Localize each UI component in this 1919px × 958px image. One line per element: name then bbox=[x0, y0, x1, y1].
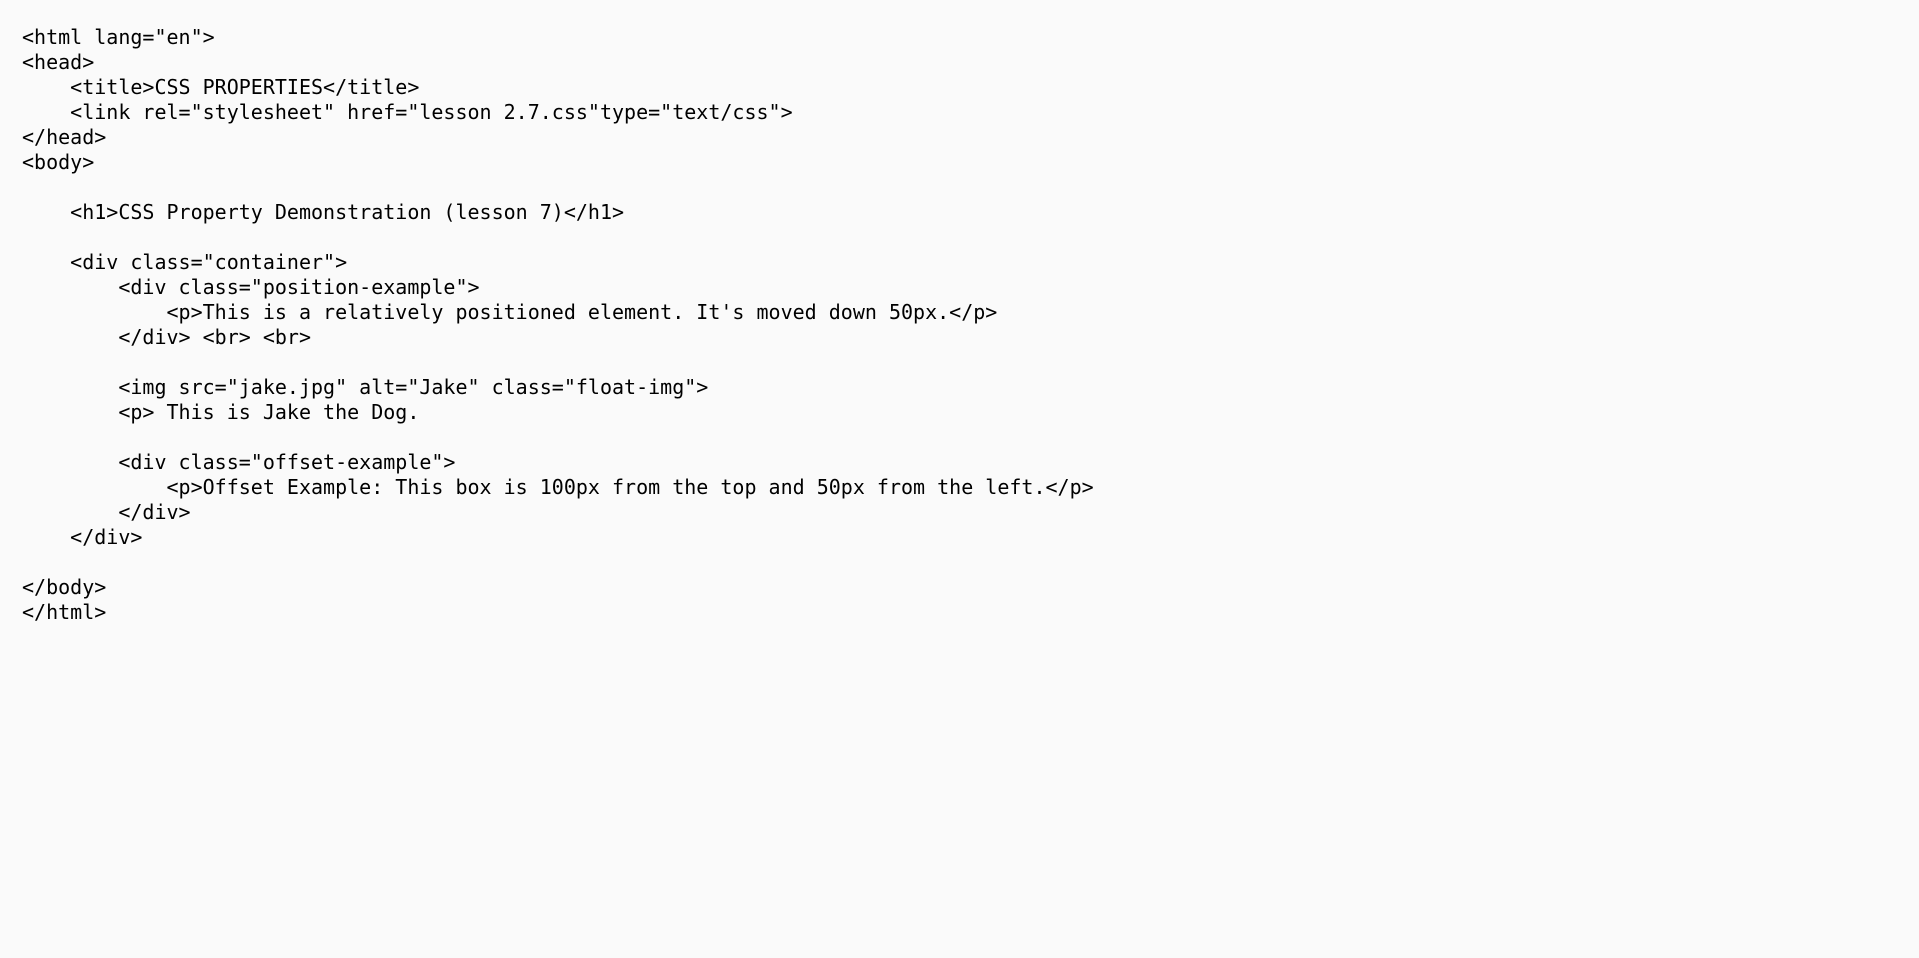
source-line: </body> bbox=[22, 575, 107, 599]
source-line: <div class="offset-example"> bbox=[22, 450, 456, 474]
source-line: <img src="jake.jpg" alt="Jake" class="fl… bbox=[22, 375, 709, 399]
source-line: </head> bbox=[22, 125, 107, 149]
source-line bbox=[22, 550, 1919, 575]
source-line: </div> bbox=[22, 525, 143, 549]
source-line: <link rel="stylesheet" href="lesson 2.7.… bbox=[22, 100, 793, 124]
source-line: <p> This is Jake the Dog. bbox=[22, 400, 420, 424]
source-line: </div> <br> <br> bbox=[22, 325, 311, 349]
source-line: <h1>CSS Property Demonstration (lesson 7… bbox=[22, 200, 625, 224]
source-line: <div class="container"> bbox=[22, 250, 348, 274]
source-line: <body> bbox=[22, 150, 95, 174]
source-line: <p>This is a relatively positioned eleme… bbox=[22, 300, 998, 324]
source-line: <title>CSS PROPERTIES</title> bbox=[22, 75, 420, 99]
source-line: <p>Offset Example: This box is 100px fro… bbox=[22, 475, 1094, 499]
source-line: </html> bbox=[22, 600, 107, 624]
page-source-view: <html lang="en"> <head> <title>CSS PROPE… bbox=[0, 0, 1919, 958]
source-line: </div> bbox=[22, 500, 191, 524]
source-line bbox=[22, 425, 1919, 450]
source-line bbox=[22, 175, 1919, 200]
source-line: <div class="position-example"> bbox=[22, 275, 480, 299]
source-line: <head> bbox=[22, 50, 95, 74]
source-line: <html lang="en"> bbox=[22, 25, 215, 49]
source-line bbox=[22, 225, 1919, 250]
source-line bbox=[22, 350, 1919, 375]
